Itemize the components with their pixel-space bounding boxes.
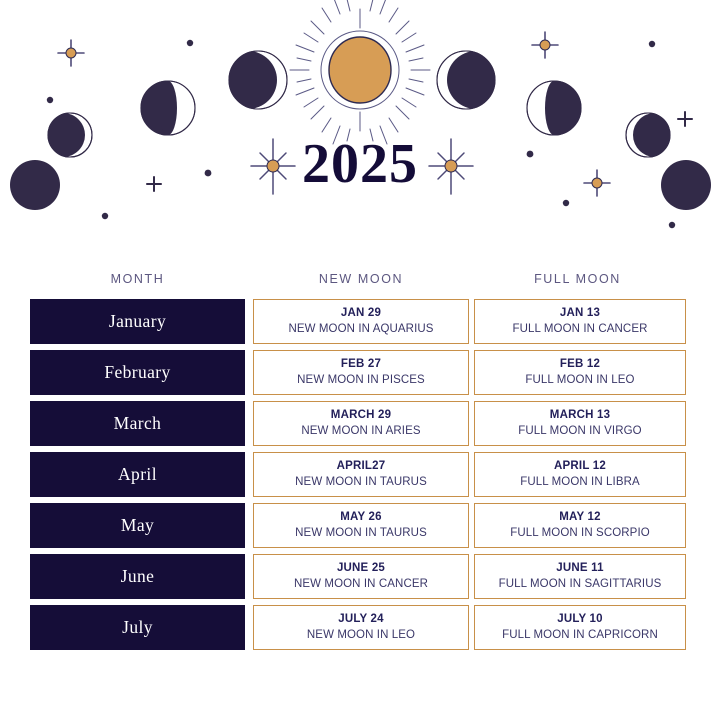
full-moon-sign: FULL MOON IN CANCER: [512, 322, 648, 335]
celestial-illustration: [10, 0, 711, 229]
table-row: July JULY 24 NEW MOON IN LEO JULY 10 FUL…: [0, 605, 720, 650]
column-header-month: MONTH: [110, 272, 165, 286]
full-moon-sign: FULL MOON IN SCORPIO: [510, 526, 650, 539]
full-moon-date: JULY 10: [557, 612, 603, 625]
row-spacer: [245, 299, 253, 344]
table-row: May MAY 26 NEW MOON IN TAURUS MAY 12 FUL…: [0, 503, 720, 548]
row-spacer: [245, 503, 253, 548]
full-moon-cell: MARCH 13 FULL MOON IN VIRGO: [474, 401, 686, 446]
row-spacer: [245, 554, 253, 599]
column-gap: [245, 272, 253, 286]
new-moon-date: APRIL27: [336, 459, 386, 472]
row-spacer: [245, 350, 253, 395]
full-moon-sign: FULL MOON IN SAGITTARIUS: [498, 577, 662, 590]
new-moon-date: MAY 26: [340, 510, 382, 523]
month-cell: July: [30, 605, 245, 650]
new-moon-sign: NEW MOON IN TAURUS: [295, 475, 427, 488]
full-moon-cell: JUNE 11 FULL MOON IN SAGITTARIUS: [474, 554, 686, 599]
month-cell: April: [30, 452, 245, 497]
full-moon-date: JAN 13: [559, 306, 601, 319]
row-spacer: [245, 452, 253, 497]
month-cell: June: [30, 554, 245, 599]
new-moon-date: MARCH 29: [330, 408, 392, 421]
new-moon-sign: NEW MOON IN CANCER: [293, 577, 429, 590]
new-moon-date: JUNE 25: [336, 561, 386, 574]
moon-phase-waning-gibbous-right: [436, 50, 496, 110]
full-moon-cell: APRIL 12 FULL MOON IN LIBRA: [474, 452, 686, 497]
new-moon-cell: JAN 29 NEW MOON IN AQUARIUS: [253, 299, 469, 344]
moon-phase-waxing-gibbous-left: [228, 50, 288, 110]
full-moon-sign: FULL MOON IN LEO: [525, 373, 635, 386]
table-row: April APRIL27 NEW MOON IN TAURUS APRIL 1…: [0, 452, 720, 497]
new-moon-sign: NEW MOON IN PISCES: [297, 373, 425, 386]
full-moon-cell: JULY 10 FULL MOON IN CAPRICORN: [474, 605, 686, 650]
new-moon-cell: MARCH 29 NEW MOON IN ARIES: [253, 401, 469, 446]
lunar-calendar-table: MONTH NEW MOON FULL MOON January JAN 29 …: [0, 272, 720, 656]
row-spacer: [245, 605, 253, 650]
moon-phase-first-quarter-left: [140, 80, 196, 136]
full-moon-date: APRIL 12: [554, 459, 606, 472]
table-row: March MARCH 29 NEW MOON IN ARIES MARCH 1…: [0, 401, 720, 446]
column-header-new-moon: NEW MOON: [318, 272, 404, 286]
new-moon-sign: NEW MOON IN TAURUS: [295, 526, 427, 539]
new-moon-sign: NEW MOON IN ARIES: [301, 424, 421, 437]
table-row: February FEB 27 NEW MOON IN PISCES FEB 1…: [0, 350, 720, 395]
month-cell: February: [30, 350, 245, 395]
full-moon-sign: FULL MOON IN CAPRICORN: [502, 628, 658, 641]
sun-icon: [289, 0, 431, 145]
full-moon-sign: FULL MOON IN LIBRA: [520, 475, 640, 488]
new-moon-date: FEB 27: [340, 357, 382, 370]
new-moon-sign: NEW MOON IN AQUARIUS: [288, 322, 434, 335]
full-moon-cell: MAY 12 FULL MOON IN SCORPIO: [474, 503, 686, 548]
month-cell: May: [30, 503, 245, 548]
table-row: January JAN 29 NEW MOON IN AQUARIUS JAN …: [0, 299, 720, 344]
new-moon-date: JAN 29: [340, 306, 382, 319]
full-moon-date: MARCH 13: [549, 408, 611, 421]
new-moon-date: JULY 24: [338, 612, 384, 625]
full-moon-cell: JAN 13 FULL MOON IN CANCER: [474, 299, 686, 344]
month-cell: March: [30, 401, 245, 446]
full-moon-sign: FULL MOON IN VIRGO: [518, 424, 642, 437]
full-moon-date: JUNE 11: [556, 561, 604, 574]
new-moon-sign: NEW MOON IN LEO: [306, 628, 416, 641]
table-column-headers: MONTH NEW MOON FULL MOON: [0, 272, 720, 286]
new-moon-cell: JULY 24 NEW MOON IN LEO: [253, 605, 469, 650]
month-cell: January: [30, 299, 245, 344]
column-header-full-moon: FULL MOON: [534, 272, 621, 286]
new-moon-cell: APRIL27 NEW MOON IN TAURUS: [253, 452, 469, 497]
new-moon-cell: JUNE 25 NEW MOON IN CANCER: [253, 554, 469, 599]
full-moon-cell: FEB 12 FULL MOON IN LEO: [474, 350, 686, 395]
header-artwork: 2025: [0, 0, 720, 250]
row-spacer: [245, 401, 253, 446]
full-moon-date: MAY 12: [559, 510, 601, 523]
new-moon-cell: FEB 27 NEW MOON IN PISCES: [253, 350, 469, 395]
moon-phase-last-quarter-right: [526, 80, 582, 136]
table-row: June JUNE 25 NEW MOON IN CANCER JUNE 11 …: [0, 554, 720, 599]
full-moon-date: FEB 12: [559, 357, 601, 370]
year-title: 2025: [302, 133, 418, 195]
new-moon-cell: MAY 26 NEW MOON IN TAURUS: [253, 503, 469, 548]
